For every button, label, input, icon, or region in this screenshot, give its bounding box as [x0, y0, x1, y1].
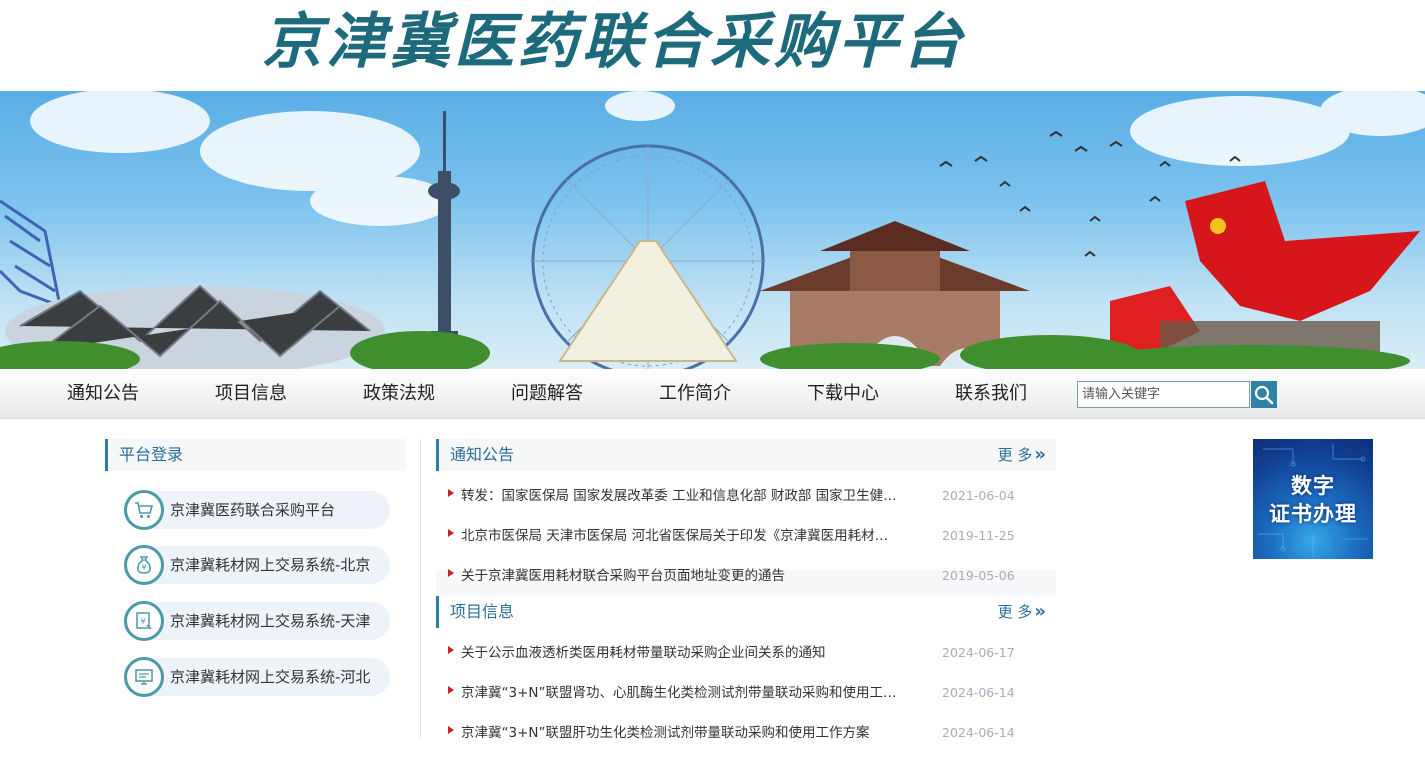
cert-ad-line1: 数字 — [1291, 474, 1335, 498]
monitor-icon — [124, 657, 164, 697]
bullet-icon — [448, 686, 454, 694]
more-label: 更 多 — [997, 603, 1033, 621]
bullet-icon — [448, 726, 454, 734]
login-panel-title: 平台登录 — [119, 445, 184, 464]
banner-image — [0, 91, 1425, 369]
column-divider — [420, 439, 421, 739]
main-nav: 通知公告 项目信息 政策法规 问题解答 工作简介 下载中心 联系我们 — [0, 369, 1425, 419]
bullet-icon — [448, 489, 454, 497]
nav-item-projects[interactable]: 项目信息 — [215, 369, 287, 419]
nav-item-policies[interactable]: 政策法规 — [363, 369, 435, 419]
news-title[interactable]: 关于公示血液透析类医用耗材带量联动采购企业间关系的通知 — [461, 643, 901, 663]
double-chevron-right-icon: » — [1034, 601, 1046, 622]
list-item[interactable]: 关于京津冀医用耗材联合采购平台页面地址变更的通告 2019-05-06 — [448, 566, 1038, 586]
news-title[interactable]: 北京市医保局 天津市医保局 河北省医保局关于印发《京津冀医用耗材联合采购》的通知 — [461, 526, 901, 546]
cert-ad-line2: 证书办理 — [1269, 502, 1357, 526]
svg-text:¥: ¥ — [140, 617, 145, 626]
list-item[interactable]: 转发：国家医保局 国家发展改革委 工业和信息化部 财政部 国家卫生健康委关于印发… — [448, 486, 1038, 506]
login-link-label: 京津冀医药联合采购平台 — [170, 501, 336, 519]
news-date: 2024-06-14 — [942, 685, 1015, 700]
news-date: 2019-11-25 — [942, 528, 1015, 543]
cart-icon — [124, 490, 164, 530]
bullet-icon — [448, 646, 454, 654]
news-date: 2019-05-06 — [942, 568, 1015, 583]
more-label: 更 多 — [997, 446, 1033, 464]
title-header: 京津冀医药联合采购平台 — [0, 0, 1425, 91]
digital-certificate-banner[interactable]: 数字 证书办理 — [1253, 439, 1373, 559]
search-button[interactable] — [1251, 381, 1277, 408]
login-link-label: 京津冀耗材网上交易系统-天津 — [170, 612, 371, 630]
login-link-label: 京津冀耗材网上交易系统-北京 — [170, 556, 371, 574]
list-item[interactable]: 京津冀“3+N”联盟肝功生化类检测试剂带量联动采购和使用工作方案 2024-06… — [448, 723, 1038, 743]
search-icon — [1254, 385, 1274, 405]
nav-item-contact[interactable]: 联系我们 — [955, 369, 1027, 419]
login-link-tianjin[interactable]: ¥ 京津冀耗材网上交易系统-天津 — [124, 601, 390, 641]
yen-document-icon: ¥ — [124, 601, 164, 641]
news-date: 2024-06-17 — [942, 645, 1015, 660]
notices-header: 通知公告 更 多» — [436, 439, 1056, 471]
list-item[interactable]: 关于公示血液透析类医用耗材带量联动采购企业间关系的通知 2024-06-17 — [448, 643, 1038, 663]
login-link-beijing[interactable]: ¥ 京津冀耗材网上交易系统-北京 — [124, 545, 390, 585]
bullet-icon — [448, 529, 454, 537]
nav-item-faq[interactable]: 问题解答 — [511, 369, 583, 419]
bullet-icon — [448, 569, 454, 577]
money-bag-icon: ¥ — [124, 545, 164, 585]
notices-more-link[interactable]: 更 多» — [998, 439, 1046, 471]
news-title[interactable]: 京津冀“3+N”联盟肾功、心肌酶生化类检测试剂带量联动采购和使用工作方案 — [461, 683, 901, 703]
login-link-hebei[interactable]: 京津冀耗材网上交易系统-河北 — [124, 657, 390, 697]
double-chevron-right-icon: » — [1034, 444, 1046, 465]
projects-title: 项目信息 — [450, 602, 515, 621]
login-link-label: 京津冀耗材网上交易系统-河北 — [170, 668, 371, 686]
news-title[interactable]: 关于京津冀医用耗材联合采购平台页面地址变更的通告 — [461, 566, 901, 586]
login-panel-header: 平台登录 — [105, 439, 406, 471]
site-title: 京津冀医药联合采购平台 — [262, 7, 966, 77]
nav-item-notices[interactable]: 通知公告 — [67, 369, 139, 419]
list-item[interactable]: 北京市医保局 天津市医保局 河北省医保局关于印发《京津冀医用耗材联合采购》的通知… — [448, 526, 1038, 546]
projects-header: 项目信息 更 多» — [436, 596, 1056, 628]
news-date: 2021-06-04 — [942, 488, 1015, 503]
banner-illustration — [0, 91, 1425, 369]
projects-more-link[interactable]: 更 多» — [998, 596, 1046, 628]
news-title[interactable]: 转发：国家医保局 国家发展改革委 工业和信息化部 财政部 国家卫生健康委关于印发… — [461, 486, 901, 506]
notices-title: 通知公告 — [450, 445, 515, 464]
nav-item-about[interactable]: 工作简介 — [659, 369, 731, 419]
login-link-platform[interactable]: 京津冀医药联合采购平台 — [124, 490, 390, 530]
search-input[interactable] — [1077, 381, 1250, 408]
svg-text:¥: ¥ — [141, 563, 146, 572]
list-item[interactable]: 京津冀“3+N”联盟肾功、心肌酶生化类检测试剂带量联动采购和使用工作方案 202… — [448, 683, 1038, 703]
news-date: 2024-06-14 — [942, 725, 1015, 740]
news-title[interactable]: 京津冀“3+N”联盟肝功生化类检测试剂带量联动采购和使用工作方案 — [461, 723, 901, 743]
nav-item-downloads[interactable]: 下载中心 — [807, 369, 879, 419]
